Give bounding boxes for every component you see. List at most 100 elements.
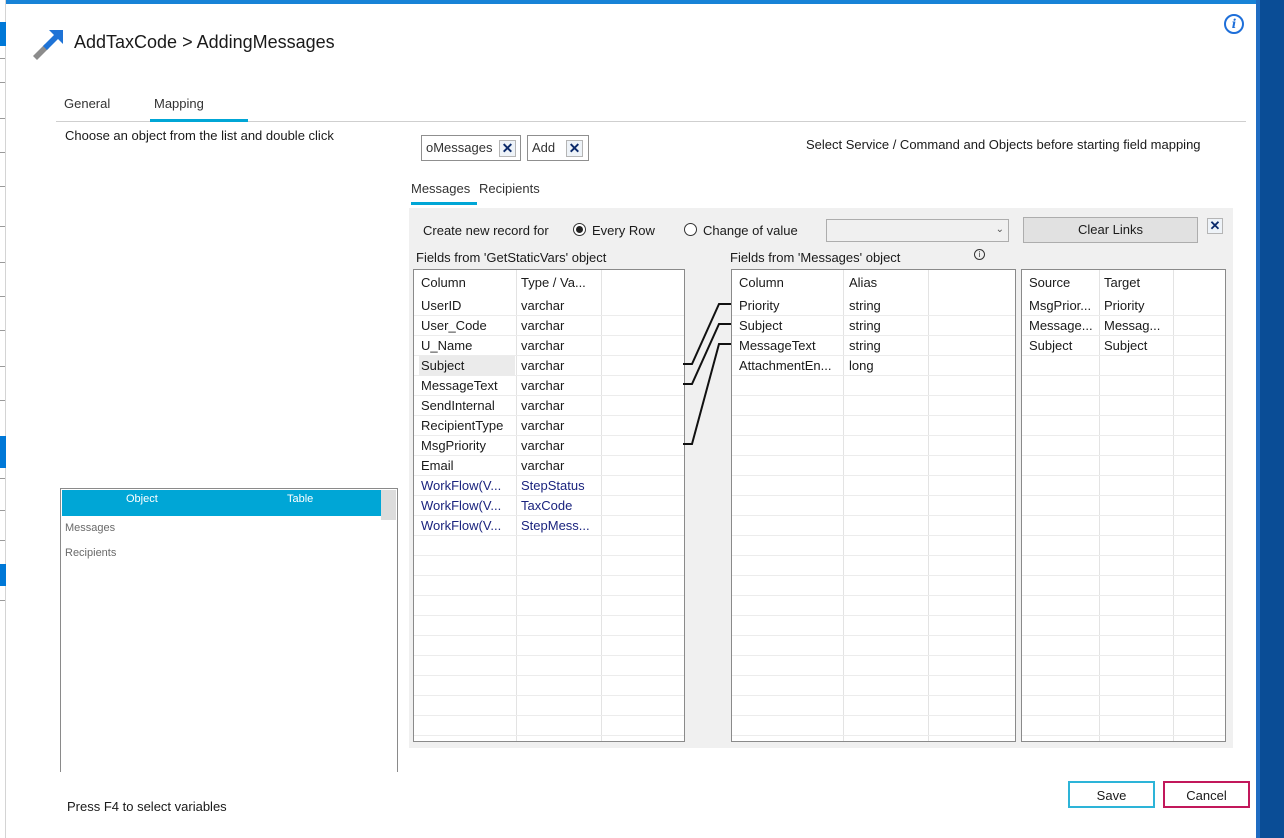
table-row[interactable] xyxy=(1022,356,1225,376)
column-header-column[interactable]: Column xyxy=(739,270,784,296)
table-row[interactable] xyxy=(1022,676,1225,696)
table-row[interactable]: MsgPrior... Priority xyxy=(1022,296,1225,316)
table-row[interactable] xyxy=(414,616,684,636)
table-row[interactable]: Email varchar xyxy=(414,456,684,476)
change-value-dropdown[interactable]: ⌄ xyxy=(826,219,1009,242)
column-header-source[interactable]: Source xyxy=(1029,270,1070,296)
table-row[interactable] xyxy=(732,376,1015,396)
table-row[interactable] xyxy=(1022,576,1225,596)
table-row[interactable] xyxy=(414,696,684,716)
table-row[interactable]: WorkFlow(V... StepMess... xyxy=(414,516,684,536)
tab-recipients[interactable]: Recipients xyxy=(479,181,540,205)
table-row[interactable] xyxy=(1022,716,1225,736)
table-row[interactable] xyxy=(414,716,684,736)
table-row[interactable] xyxy=(1022,436,1225,456)
table-row[interactable] xyxy=(414,656,684,676)
radio-every-row[interactable] xyxy=(573,223,586,236)
table-row[interactable]: Subject string xyxy=(732,316,1015,336)
table-row[interactable] xyxy=(414,556,684,576)
table-row[interactable]: U_Name varchar xyxy=(414,336,684,356)
column-header-type[interactable]: Type / Va... xyxy=(521,270,586,296)
table-row[interactable] xyxy=(1022,416,1225,436)
table-row[interactable] xyxy=(1022,616,1225,636)
save-button[interactable]: Save xyxy=(1068,781,1155,808)
tab-mapping[interactable]: Mapping xyxy=(150,96,248,122)
radio-every-row-label[interactable]: Every Row xyxy=(592,223,655,238)
remove-service-icon[interactable]: ✕ xyxy=(499,140,516,157)
table-row[interactable]: MsgPriority varchar xyxy=(414,436,684,456)
tab-messages[interactable]: Messages xyxy=(411,181,477,205)
table-row[interactable] xyxy=(732,436,1015,456)
object-list[interactable]: Object Table Messages Recipients xyxy=(60,488,398,772)
remove-command-icon[interactable]: ✕ xyxy=(566,140,583,157)
command-chip-add[interactable]: Add ✕ xyxy=(527,135,589,161)
table-row[interactable] xyxy=(1022,476,1225,496)
object-list-item-recipients[interactable]: Recipients xyxy=(65,547,116,559)
column-header-column[interactable]: Column xyxy=(421,270,466,296)
table-row[interactable] xyxy=(732,676,1015,696)
table-row[interactable]: Priority string xyxy=(732,296,1015,316)
source-fields-grid[interactable]: Column Type / Va... UserID varchar User_Co… xyxy=(413,269,685,742)
table-row[interactable]: User_Code varchar xyxy=(414,316,684,336)
column-header-alias[interactable]: Alias xyxy=(849,270,877,296)
table-row[interactable] xyxy=(732,636,1015,656)
table-row[interactable]: MessageText string xyxy=(732,336,1015,356)
table-row[interactable]: UserID varchar xyxy=(414,296,684,316)
table-row[interactable] xyxy=(732,596,1015,616)
table-row[interactable] xyxy=(414,596,684,616)
table-row[interactable] xyxy=(732,456,1015,476)
info-icon[interactable]: i xyxy=(974,249,985,260)
table-row[interactable] xyxy=(732,396,1015,416)
table-row[interactable] xyxy=(1022,496,1225,516)
table-row[interactable] xyxy=(732,716,1015,736)
tab-general[interactable]: General xyxy=(60,96,114,122)
table-row[interactable] xyxy=(414,676,684,696)
table-row[interactable] xyxy=(414,536,684,556)
object-list-item-messages[interactable]: Messages xyxy=(65,522,115,534)
table-row[interactable] xyxy=(1022,536,1225,556)
table-row[interactable]: SendInternal varchar xyxy=(414,396,684,416)
table-row[interactable]: Subject Subject xyxy=(1022,336,1225,356)
clear-links-button[interactable]: Clear Links xyxy=(1023,217,1198,243)
table-row[interactable] xyxy=(414,576,684,596)
table-row[interactable] xyxy=(1022,656,1225,676)
target-fields-grid[interactable]: Column Alias Priority string Subject string… xyxy=(731,269,1016,742)
table-row[interactable] xyxy=(1022,636,1225,656)
column-header-table[interactable]: Table xyxy=(287,493,313,505)
table-row[interactable] xyxy=(732,696,1015,716)
radio-change-of-value-label[interactable]: Change of value xyxy=(703,223,798,238)
column-header-object[interactable]: Object xyxy=(126,493,158,505)
close-icon[interactable]: ✕ xyxy=(1207,218,1223,234)
table-row[interactable] xyxy=(732,536,1015,556)
table-row[interactable]: WorkFlow(V... TaxCode xyxy=(414,496,684,516)
table-row[interactable] xyxy=(732,476,1015,496)
object-list-scrollbar[interactable] xyxy=(381,490,396,520)
service-chip-omessages[interactable]: oMessages ✕ xyxy=(421,135,521,161)
table-row[interactable] xyxy=(732,416,1015,436)
table-row[interactable]: AttachmentEn... long xyxy=(732,356,1015,376)
table-row[interactable]: Message... Messag... xyxy=(1022,316,1225,336)
cancel-button[interactable]: Cancel xyxy=(1163,781,1250,808)
table-row[interactable] xyxy=(732,556,1015,576)
table-row[interactable] xyxy=(1022,396,1225,416)
table-row[interactable] xyxy=(1022,696,1225,716)
radio-change-of-value[interactable] xyxy=(684,223,697,236)
table-row[interactable] xyxy=(732,516,1015,536)
table-row[interactable]: WorkFlow(V... StepStatus xyxy=(414,476,684,496)
table-row[interactable] xyxy=(1022,516,1225,536)
table-row[interactable]: MessageText varchar xyxy=(414,376,684,396)
table-row[interactable] xyxy=(732,616,1015,636)
table-row[interactable] xyxy=(1022,456,1225,476)
table-row[interactable] xyxy=(1022,556,1225,576)
table-row[interactable] xyxy=(732,576,1015,596)
column-header-target[interactable]: Target xyxy=(1104,270,1140,296)
table-row[interactable] xyxy=(1022,376,1225,396)
table-row[interactable] xyxy=(732,656,1015,676)
table-row[interactable]: RecipientType varchar xyxy=(414,416,684,436)
table-row[interactable]: Subject varchar xyxy=(414,356,684,376)
table-row[interactable] xyxy=(414,636,684,656)
table-row[interactable] xyxy=(1022,596,1225,616)
table-row[interactable] xyxy=(732,496,1015,516)
links-grid[interactable]: Source Target MsgPrior... Priority Message… xyxy=(1021,269,1226,742)
info-icon[interactable]: i xyxy=(1224,14,1244,34)
